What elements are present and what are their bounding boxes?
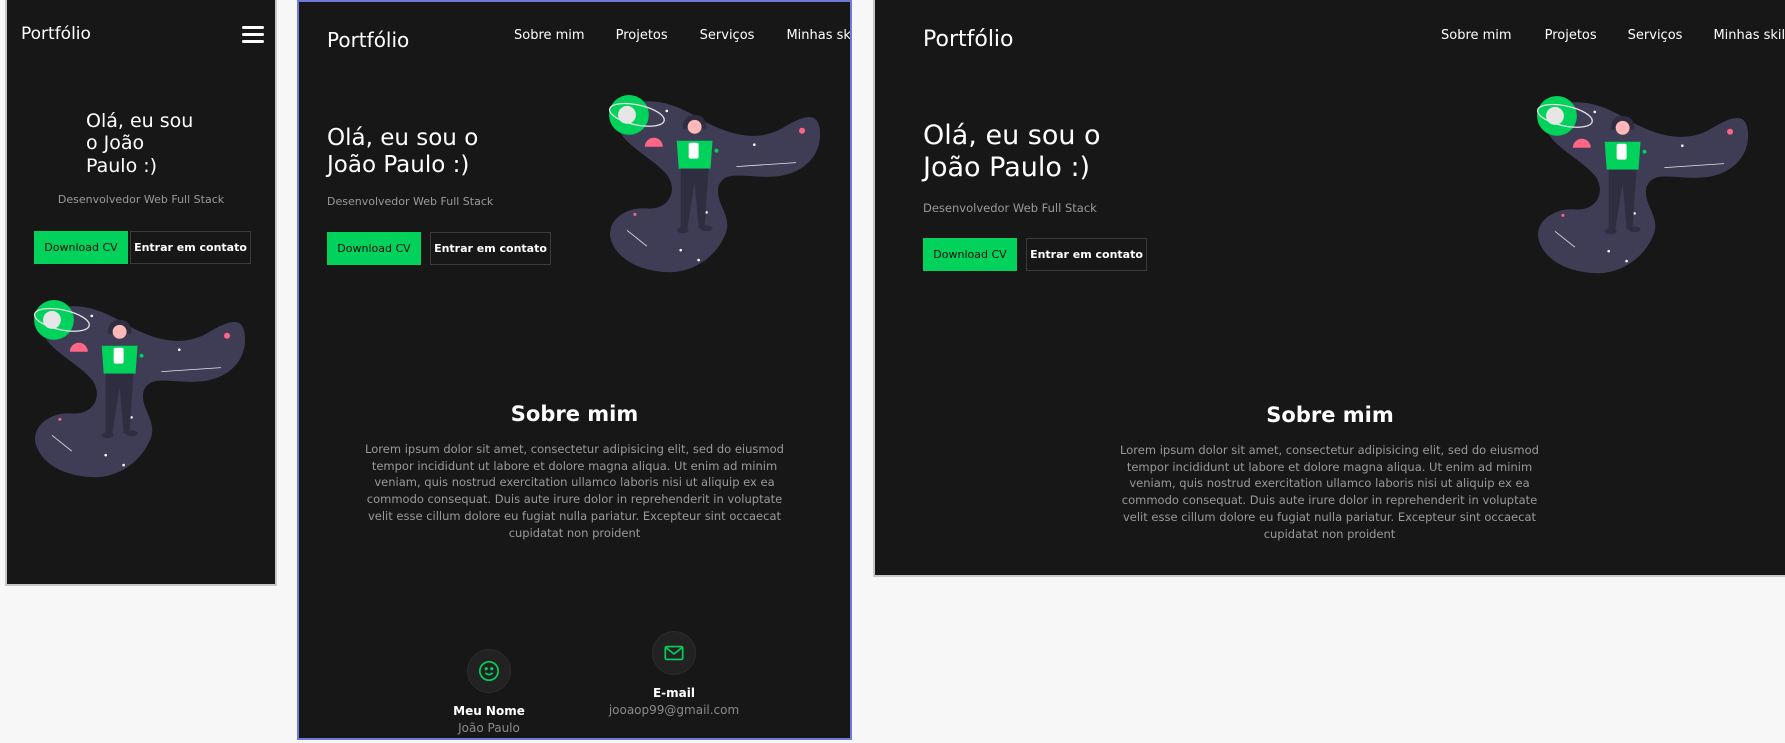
mobile-preview: Portfólio Olá, eu sou o João Paulo :) De… <box>5 0 277 586</box>
hero-illustration <box>607 91 826 280</box>
download-cv-button[interactable]: Download CV <box>923 238 1017 271</box>
contact-button[interactable]: Entrar em contato <box>1026 238 1147 271</box>
contact-email-card: E-mail jooaop99@gmail.com <box>594 631 754 717</box>
hero-title: Olá, eu sou o João Paulo :) <box>86 110 194 177</box>
nav-item-servicos[interactable]: Serviços <box>700 28 755 43</box>
about-text: Lorem ipsum dolor sit amet, consectetur … <box>365 442 784 540</box>
nav-item-projetos[interactable]: Projetos <box>1545 28 1597 43</box>
about-text: Lorem ipsum dolor sit amet, consectetur … <box>1120 443 1539 541</box>
nav-item-sobre-mim[interactable]: Sobre mim <box>514 28 585 43</box>
download-cv-button[interactable]: Download CV <box>327 232 421 265</box>
logo[interactable]: Portfólio <box>327 28 409 52</box>
about-title: Sobre mim <box>510 402 639 426</box>
hero-subtitle: Desenvolvedor Web Full Stack <box>923 201 1097 215</box>
smile-icon <box>467 649 511 693</box>
contact-button[interactable]: Entrar em contato <box>430 232 551 265</box>
download-cv-button[interactable]: Download CV <box>34 231 128 264</box>
hero-subtitle: Desenvolvedor Web Full Stack <box>327 195 494 208</box>
hero-title: Olá, eu sou o João Paulo :) <box>327 125 479 179</box>
nav-item-servicos[interactable]: Serviços <box>1628 28 1683 43</box>
contact-value: João Paulo <box>458 721 520 735</box>
hero-title: Olá, eu sou o João Paulo :) <box>923 120 1101 183</box>
mail-icon <box>652 631 696 675</box>
nav-item-sobre-mim[interactable]: Sobre mim <box>1441 28 1512 43</box>
logo[interactable]: Portfólio <box>923 27 1014 52</box>
nav-item-minhas-skills[interactable]: Minhas skills <box>786 28 850 43</box>
contact-value[interactable]: jooaop99@gmail.com <box>594 703 754 717</box>
hero-illustration <box>32 296 251 485</box>
contact-name-card: Meu Nome João Paulo <box>419 649 559 735</box>
nav-item-projetos[interactable]: Projetos <box>616 28 668 43</box>
contact-label: Meu Nome <box>453 704 525 718</box>
desktop-preview: Portfólio Sobre mim Projetos Serviços Mi… <box>873 0 1785 577</box>
hero-illustration <box>1535 92 1754 281</box>
nav-item-minhas-skills[interactable]: Minhas skills <box>1713 28 1785 43</box>
logo[interactable]: Portfólio <box>21 24 91 44</box>
about-title: Sobre mim <box>1266 403 1394 427</box>
hero-subtitle: Desenvolvedor Web Full Stack <box>57 193 225 206</box>
main-nav: Sobre mim Projetos Serviços Minhas skill… <box>1441 28 1785 43</box>
tablet-preview: Portfólio Sobre mim Projetos Serviços Mi… <box>297 0 852 740</box>
main-nav: Sobre mim Projetos Serviços Minhas skill… <box>514 28 850 43</box>
contact-button[interactable]: Entrar em contato <box>130 231 251 264</box>
contact-label: E-mail <box>652 686 695 700</box>
hamburger-menu-icon[interactable] <box>242 26 264 44</box>
